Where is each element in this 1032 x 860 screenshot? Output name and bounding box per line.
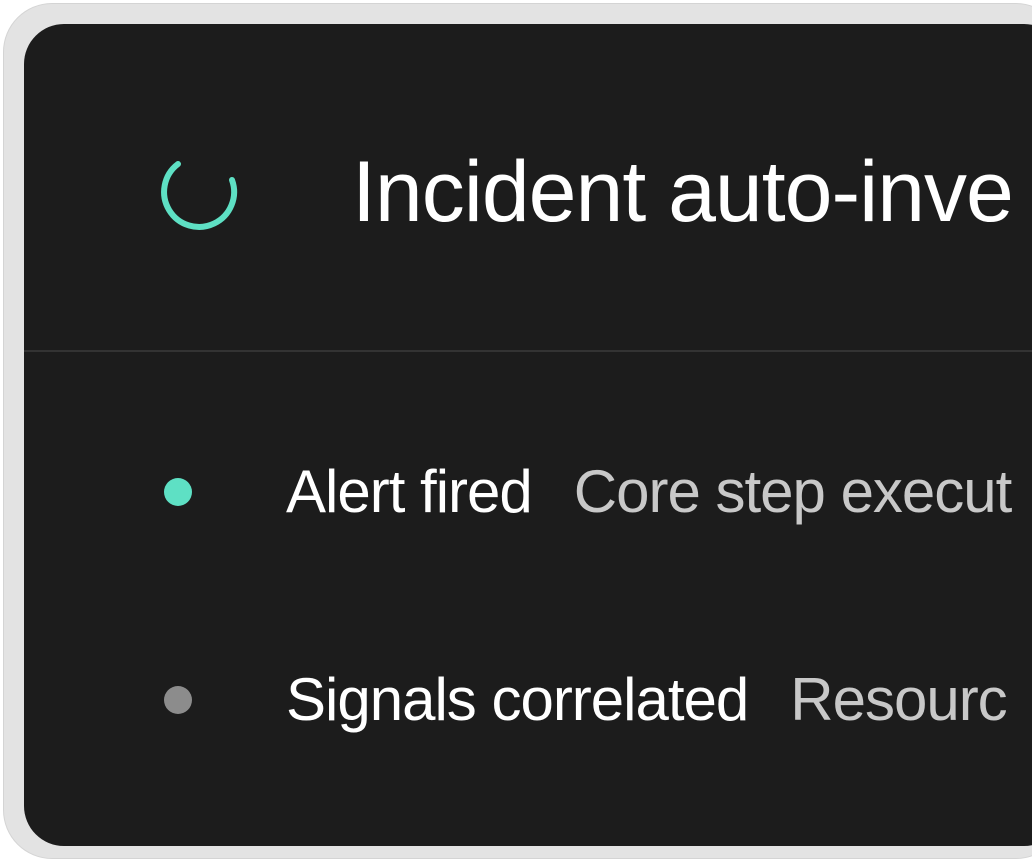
panel-header: Incident auto-inve xyxy=(24,24,1032,352)
step-title: Alert fired xyxy=(286,458,533,525)
status-dot-active xyxy=(164,478,192,506)
step-text: Alert fired Core step execut xyxy=(286,447,1013,537)
step-description: Resourc xyxy=(790,666,1007,733)
step-description: Core step execut xyxy=(573,458,1013,525)
panel-title: Incident auto-inve xyxy=(352,144,1014,240)
step-alert-fired: Alert fired Core step execut xyxy=(24,447,1032,537)
incident-panel: Incident auto-inve Alert fired Core step … xyxy=(24,24,1032,846)
loading-spinner-icon xyxy=(161,161,238,230)
step-signals-correlated: Signals correlated Resourc xyxy=(24,655,1032,745)
step-title: Signals correlated xyxy=(286,666,749,733)
window-frame: Incident auto-inve Alert fired Core step … xyxy=(4,4,1032,858)
status-dot-pending xyxy=(164,686,192,714)
step-text: Signals correlated Resourc xyxy=(286,655,1008,745)
